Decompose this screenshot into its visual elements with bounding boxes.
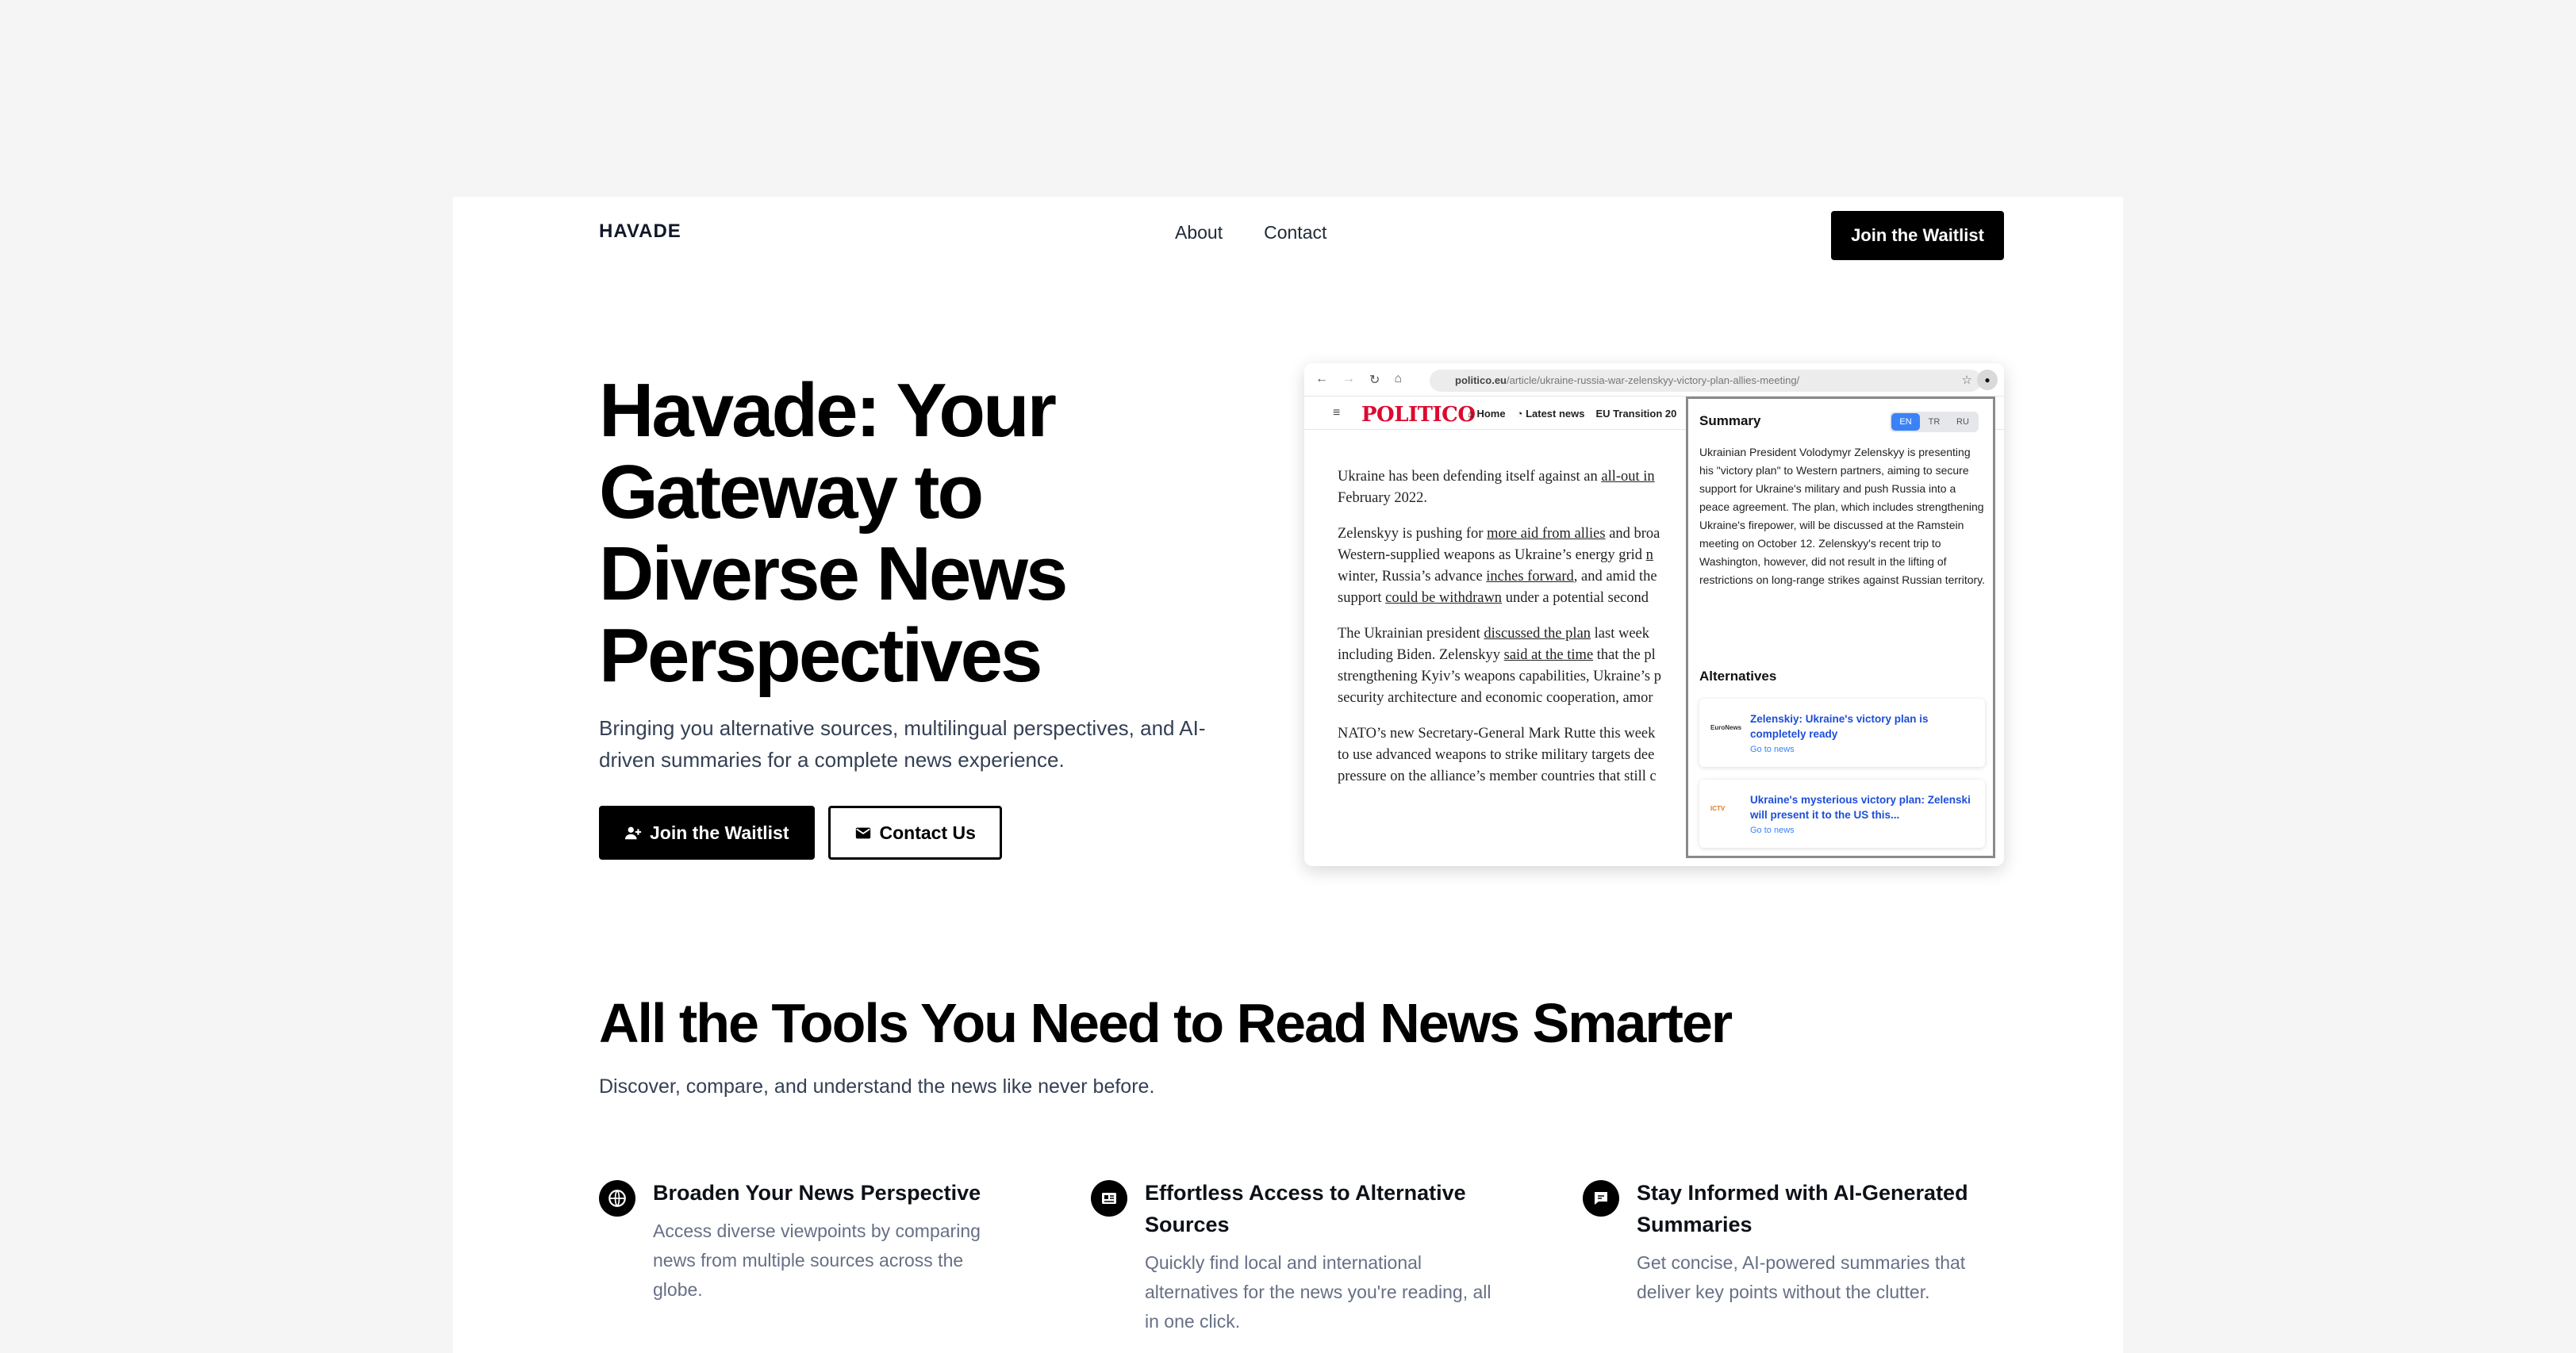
top-nav: HAVADE About Contact Join the Waitlist <box>453 197 2123 273</box>
article-link: more aid from allies <box>1487 526 1606 542</box>
url-host: politico.eu <box>1455 374 1507 386</box>
hero-title-line: Havade: Your <box>599 368 1057 453</box>
site-links: ⌂ Home ◔ Latest news EU Transition 20 <box>1468 408 1676 420</box>
article-line: winter, Russia’s advance inches forward,… <box>1338 569 1657 585</box>
article-line: The Ukrainian president discussed the pl… <box>1338 626 1650 642</box>
join-waitlist-button[interactable]: Join the Waitlist <box>599 806 815 860</box>
feature-description: Access diverse viewpoints by comparing n… <box>653 1221 981 1300</box>
features-title: All the Tools You Need to Read News Smar… <box>599 992 1733 1054</box>
nav-link-contact[interactable]: Contact <box>1264 222 1326 243</box>
hero-title-line: Diverse News <box>599 531 1068 616</box>
address-bar: politico.eu/article/ukraine-russia-war-z… <box>1430 370 1982 392</box>
go-to-news-link: Go to news <box>1750 745 1795 754</box>
article-line: strengthening Kyiv’s weapons capabilitie… <box>1338 669 1661 684</box>
alternative-card: ICTV Ukraine's mysterious victory plan: … <box>1699 780 1985 848</box>
article-line: support could be withdrawn under a poten… <box>1338 590 1649 606</box>
alternative-card: EuroNews Zelenskiy: Ukraine's victory pl… <box>1699 699 1985 767</box>
add-user-icon <box>624 826 642 840</box>
browser-nav-icons: ← → ↻ ⌂ <box>1315 372 1402 388</box>
hero-title: Havade: Your Gateway to Diverse News Per… <box>599 370 1202 696</box>
extension-icon: ● <box>1977 370 1998 390</box>
article-line: Ukraine has been defending itself agains… <box>1338 469 1655 485</box>
article-link: all-out in <box>1601 469 1655 485</box>
browser-toolbar: ← → ↻ ⌂ politico.eu/article/ukraine-russ… <box>1304 363 2004 397</box>
mail-icon <box>855 827 870 839</box>
nav-link-about[interactable]: About <box>1175 222 1223 243</box>
url-path: /article/ukraine-russia-war-zelenskyy-vi… <box>1507 374 1800 386</box>
go-to-news-link: Go to news <box>1750 826 1795 835</box>
hero-title-line: Gateway to <box>599 450 984 535</box>
site-link: ⌂ Home <box>1468 408 1506 420</box>
source-logo: ICTV <box>1710 805 1726 812</box>
article-line: pressure on the alliance’s member countr… <box>1338 768 1657 784</box>
site-logo: POLITICO <box>1361 403 1476 427</box>
home-icon: ⌂ <box>1394 372 1403 385</box>
alternatives-title: Alternatives <box>1699 669 1777 684</box>
article-paragraph: NATO’s new Secretary-General Mark Rutte … <box>1338 723 1703 788</box>
alternative-headline: Zelenskiy: Ukraine's victory plan is com… <box>1750 713 1929 740</box>
forward-arrow-icon: → <box>1342 372 1355 385</box>
article-line: NATO’s new Secretary-General Mark Rutte … <box>1338 726 1656 742</box>
article-paragraph: Zelenskyy is pushing for more aid from a… <box>1338 523 1703 609</box>
summary-title: Summary <box>1699 413 1761 428</box>
article-line: to use advanced weapons to strike milita… <box>1338 747 1655 763</box>
globe-icon <box>599 1180 635 1217</box>
feature-title: Broaden Your News Perspective <box>653 1181 981 1205</box>
features-subtitle: Discover, compare, and understand the ne… <box>599 1075 1155 1098</box>
article-link: could be withdrawn <box>1385 590 1503 606</box>
site-link: ◔ Latest news <box>1516 408 1585 420</box>
article-paragraph: Ukraine has been defending itself agains… <box>1338 466 1703 509</box>
feature-description: Get concise, AI-powered summaries that d… <box>1637 1252 1966 1302</box>
brand-logo[interactable]: HAVADE <box>599 220 681 243</box>
product-screenshot: ← → ↻ ⌂ politico.eu/article/ukraine-russ… <box>1304 363 2004 866</box>
article-line: including Biden. Zelenskyy said at the t… <box>1338 647 1656 663</box>
feature-title: Stay Informed with AI-Generated Summarie… <box>1637 1181 1968 1236</box>
nav-links: About Contact <box>1175 222 1326 243</box>
back-arrow-icon: ← <box>1315 372 1328 385</box>
article-link: said at the time <box>1503 647 1594 663</box>
chat-icon <box>1583 1180 1619 1217</box>
language-switcher: EN TR RU <box>1890 412 1979 432</box>
lang-option-ru: RU <box>1956 417 1969 427</box>
article-line: Zelenskyy is pushing for more aid from a… <box>1338 526 1660 542</box>
menu-icon: ≡ <box>1333 406 1341 420</box>
feature-title: Effortless Access to Alternative Sources <box>1145 1181 1466 1236</box>
hero-buttons: Join the Waitlist Contact Us <box>599 806 1002 860</box>
nav-join-waitlist-button[interactable]: Join the Waitlist <box>1831 211 2004 260</box>
alternative-headline: Ukraine's mysterious victory plan: Zelen… <box>1750 794 1971 821</box>
summary-text: Ukrainian President Volodymyr Zelenskyy … <box>1699 446 1986 586</box>
landing-page: HAVADE About Contact Join the Waitlist H… <box>453 197 2123 1353</box>
hero-subtitle: Bringing you alternative sources, multil… <box>599 716 1206 772</box>
newspaper-icon <box>1091 1180 1127 1217</box>
bookmark-star-icon: ☆ <box>1961 374 1972 387</box>
article-link: inches forward <box>1486 569 1574 585</box>
article-link: n <box>1645 547 1653 563</box>
reload-icon: ↻ <box>1369 374 1380 387</box>
article-line: Western-supplied weapons as Ukraine’s en… <box>1338 547 1653 563</box>
havade-sidepanel: Summary EN TR RU Ukrainian President Vol… <box>1686 397 1995 858</box>
contact-us-label: Contact Us <box>879 822 976 843</box>
source-logo: EuroNews <box>1710 724 1742 731</box>
article-body: Ukraine has been defending itself agains… <box>1338 466 1703 802</box>
join-waitlist-label: Join the Waitlist <box>650 822 789 843</box>
feature-description: Quickly find local and international alt… <box>1145 1252 1491 1332</box>
lang-option-en: EN <box>1891 413 1920 431</box>
article-link: discussed the plan <box>1484 626 1591 642</box>
site-link: EU Transition 20 <box>1595 408 1677 420</box>
article-line: security architecture and economic coope… <box>1338 690 1653 706</box>
lang-option-tr: TR <box>1928 417 1941 427</box>
hero-title-line: Perspectives <box>599 613 1042 698</box>
article-line: February 2022. <box>1338 490 1428 506</box>
article-paragraph: The Ukrainian president discussed the pl… <box>1338 623 1703 709</box>
contact-us-button[interactable]: Contact Us <box>827 806 1002 860</box>
